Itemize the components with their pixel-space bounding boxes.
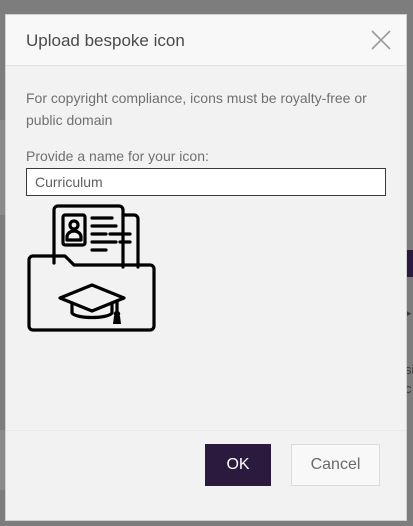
- cancel-button[interactable]: Cancel: [291, 444, 380, 486]
- icon-preview: [26, 203, 156, 333]
- copyright-notice: For copyright compliance, icons must be …: [26, 90, 367, 128]
- curriculum-folder-graduation-cap-icon: [27, 204, 156, 332]
- dialog-title: Upload bespoke icon: [26, 31, 185, 50]
- dialog-header: Upload bespoke icon: [6, 15, 406, 66]
- icon-name-input[interactable]: [26, 168, 386, 196]
- icon-name-label: Provide a name for your icon:: [26, 148, 209, 164]
- background-text-1: si: [405, 362, 413, 377]
- close-button[interactable]: [370, 29, 392, 51]
- ok-button[interactable]: OK: [205, 444, 271, 486]
- close-icon: [371, 30, 391, 50]
